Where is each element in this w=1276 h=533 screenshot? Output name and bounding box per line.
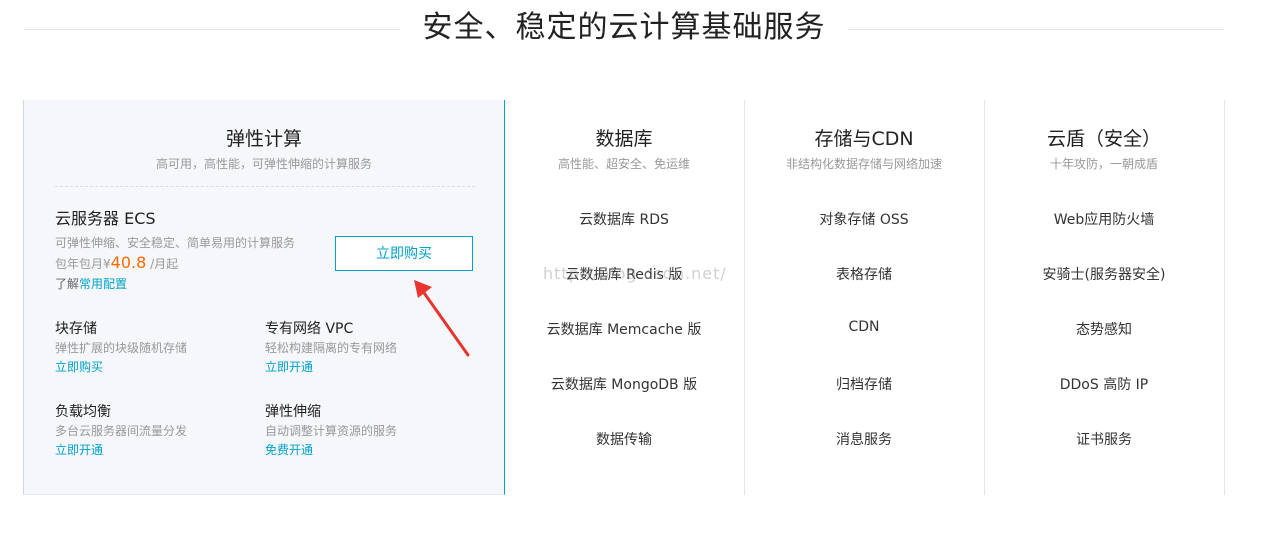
hero-divider-right — [848, 29, 1224, 30]
common-config-link[interactable]: 常用配置 — [79, 277, 127, 291]
load-balancer-open-link[interactable]: 立即开通 — [55, 442, 255, 458]
sub-item-title[interactable]: 块存储 — [55, 320, 255, 338]
price-currency: ¥ — [103, 257, 111, 271]
product-link[interactable]: 数据传输 — [504, 429, 744, 449]
arrow-shaft — [420, 288, 470, 357]
dashed-divider — [55, 186, 475, 187]
ecs-price: 包年包月¥40.8 /月起 — [55, 253, 295, 274]
product-link[interactable]: 安骑士(服务器安全) — [984, 264, 1224, 284]
red-arrow-annotation — [414, 280, 470, 357]
elastic-compute-subtitle: 高可用，高性能，可弹性伸缩的计算服务 — [155, 157, 372, 171]
product-link[interactable]: DDoS 高防 IP — [984, 374, 1224, 394]
sub-item-desc: 弹性扩展的块级随机存储 — [55, 341, 188, 355]
column-subtitle: 非结构化数据存储与网络加速 — [785, 157, 942, 171]
product-link[interactable]: 云数据库 Memcache 版 — [504, 319, 744, 339]
arrow-head — [414, 280, 432, 298]
price-prefix: 包年包月 — [55, 257, 104, 271]
column-header: 云盾（安全） 十年攻防，一朝成盾 — [984, 126, 1224, 172]
product-link[interactable]: 云数据库 RDS — [504, 209, 744, 229]
product-link[interactable]: 表格存储 — [744, 264, 984, 284]
auto-scaling-item: 弹性伸缩 自动调整计算资源的服务 免费开通 — [265, 403, 465, 458]
product-link[interactable]: CDN — [744, 319, 984, 335]
column-header: 数据库 高性能、超安全、免运维 — [504, 126, 744, 172]
column-title: 存储与CDN — [814, 128, 914, 150]
block-storage-buy-link[interactable]: 立即购买 — [55, 359, 255, 375]
column-title: 云盾（安全） — [1046, 128, 1161, 150]
elastic-compute-header: 弹性计算 高可用，高性能，可弹性伸缩的计算服务 — [24, 126, 504, 172]
ecs-title[interactable]: 云服务器 ECS — [55, 209, 295, 229]
ecs-config-line: 了解常用配置 — [55, 276, 295, 292]
column-header: 存储与CDN 非结构化数据存储与网络加速 — [744, 126, 984, 172]
page-title: 安全、稳定的云计算基础服务 — [422, 10, 826, 45]
product-link[interactable]: 云数据库 MongoDB 版 — [504, 374, 744, 394]
price-value: 40.8 — [110, 253, 147, 272]
sub-item-desc: 多台云服务器间流量分发 — [55, 424, 188, 438]
auto-scaling-free-link[interactable]: 免费开通 — [265, 442, 465, 458]
product-link[interactable]: 消息服务 — [744, 429, 984, 449]
sub-item-desc: 自动调整计算资源的服务 — [265, 424, 398, 438]
product-link[interactable]: 证书服务 — [984, 429, 1224, 449]
elastic-compute-title: 弹性计算 — [225, 128, 302, 150]
price-suffix: /月起 — [146, 257, 179, 271]
storage-cdn-column: 存储与CDN 非结构化数据存储与网络加速 对象存储 OSS 表格存储 CDN 归… — [744, 100, 985, 495]
hero-divider-left — [24, 29, 400, 30]
vpc-open-link[interactable]: 立即开通 — [265, 359, 465, 375]
column-title: 数据库 — [595, 128, 653, 150]
blog-watermark: http://blog.csdn.net/ — [543, 264, 727, 283]
config-prefix: 了解 — [55, 277, 80, 291]
load-balancer-item: 负载均衡 多台云服务器间流量分发 立即开通 — [55, 403, 255, 458]
column-subtitle: 十年攻防，一朝成盾 — [1049, 157, 1158, 171]
sub-item-title[interactable]: 弹性伸缩 — [265, 403, 465, 421]
database-column: 数据库 高性能、超安全、免运维 云数据库 RDS 云数据库 Redis 版 云数… — [504, 100, 745, 495]
security-column: 云盾（安全） 十年攻防，一朝成盾 Web应用防火墙 安骑士(服务器安全) 态势感… — [984, 100, 1225, 495]
product-link[interactable]: 对象存储 OSS — [744, 209, 984, 229]
ecs-description: 可弹性伸缩、安全稳定、简单易用的计算服务 — [55, 236, 296, 250]
product-link[interactable]: 归档存储 — [744, 374, 984, 394]
product-link[interactable]: Web应用防火墙 — [984, 209, 1224, 229]
ecs-buy-button[interactable]: 立即购买 — [335, 236, 473, 271]
sub-item-title[interactable]: 负载均衡 — [55, 403, 255, 421]
column-subtitle: 高性能、超安全、免运维 — [557, 157, 690, 171]
product-link[interactable]: 态势感知 — [984, 319, 1224, 339]
ecs-block: 云服务器 ECS 可弹性伸缩、安全稳定、简单易用的计算服务 包年包月¥40.8 … — [55, 209, 295, 292]
block-storage-item: 块存储 弹性扩展的块级随机存储 立即购买 — [55, 320, 255, 375]
